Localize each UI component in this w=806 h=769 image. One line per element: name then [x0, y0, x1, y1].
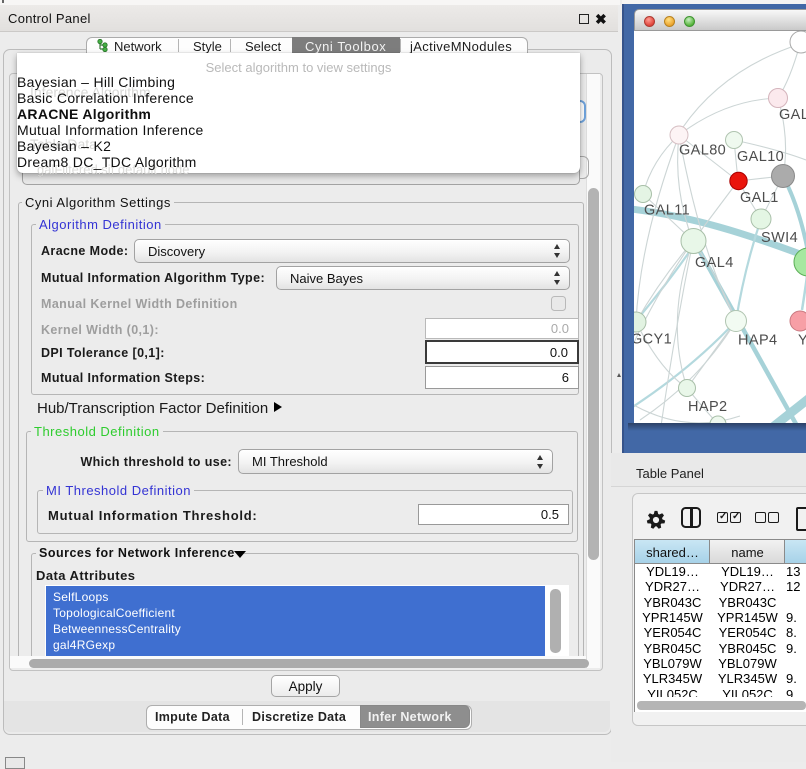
svg-text:GCY1: GCY1 — [634, 332, 672, 348]
svg-text:GAL1: GAL1 — [740, 190, 779, 206]
svg-text:SWI4: SWI4 — [761, 230, 798, 246]
svg-text:HAP2: HAP2 — [688, 399, 727, 415]
svg-text:HAP4: HAP4 — [738, 333, 777, 349]
svg-text:GAL10: GAL10 — [737, 149, 784, 165]
svg-text:GAL4: GAL4 — [695, 255, 734, 271]
svg-text:GAL80: GAL80 — [679, 143, 726, 159]
svg-text:GAL7: GAL7 — [779, 107, 806, 123]
svg-text:Y: Y — [798, 333, 806, 349]
svg-text:GAL11: GAL11 — [644, 203, 690, 219]
